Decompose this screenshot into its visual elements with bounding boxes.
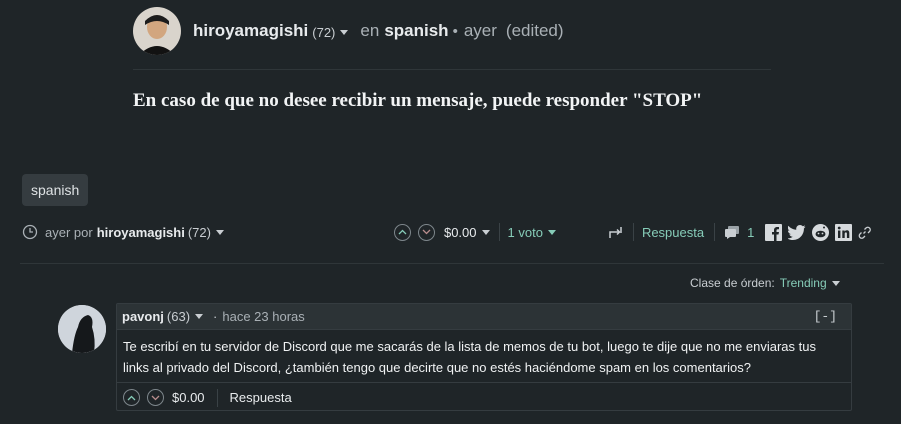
comment-author-reputation: (63) — [166, 309, 191, 324]
vote-separator — [498, 223, 500, 241]
facebook-icon[interactable] — [765, 223, 783, 241]
comment-actions-separator — [216, 388, 218, 407]
footer-divider — [20, 263, 884, 264]
downvote-icon[interactable] — [417, 223, 435, 241]
comments-icon[interactable] — [724, 225, 740, 239]
comment-bullet: · — [213, 309, 218, 324]
comment-body: Te escribí en tu servidor de Discord que… — [117, 330, 851, 380]
header-divider — [133, 69, 771, 70]
votes-count[interactable]: 1 voto — [508, 225, 543, 240]
comment-reply-link[interactable]: Respuesta — [230, 390, 292, 405]
post-community-link[interactable]: spanish — [384, 21, 448, 41]
post-bullet: • — [452, 22, 458, 40]
post-header: hiroyamagishi (72) en spanish • ayer (ed… — [133, 6, 564, 56]
comment-downvote-icon[interactable] — [147, 389, 164, 406]
comment-author-avatar[interactable] — [58, 305, 106, 353]
post-author-name[interactable]: hiroyamagishi — [193, 21, 308, 41]
upvote-icon[interactable] — [393, 223, 411, 241]
post-body: En caso de que no desee recibir un mensa… — [133, 90, 703, 111]
reply-link[interactable]: Respuesta — [642, 225, 704, 240]
footer-time-by: ayer por — [45, 224, 93, 240]
post-footer: ayer por hiroyamagishi (72) $0.00 1 voto… — [22, 220, 892, 244]
comment-time[interactable]: hace 23 horas — [222, 309, 304, 324]
clock-icon — [22, 224, 38, 240]
comment-sort: Clase de órden: Trending — [690, 276, 840, 290]
post-author-reputation: (72) — [312, 24, 336, 40]
author-avatar[interactable] — [133, 7, 181, 55]
author-menu-caret-icon[interactable] — [340, 29, 349, 35]
comment-author-name[interactable]: pavonj — [122, 309, 164, 324]
footer-author-name[interactable]: hiroyamagishi — [97, 225, 185, 240]
comment-payout[interactable]: $0.00 — [172, 390, 205, 405]
comment-actions: $0.00 Respuesta — [117, 382, 851, 412]
tag-spanish[interactable]: spanish — [22, 174, 89, 206]
payout-caret-icon[interactable] — [481, 229, 490, 235]
comments-separator — [714, 223, 716, 241]
vote-group: $0.00 1 voto — [393, 223, 556, 241]
reply-separator — [632, 223, 634, 241]
comment-body-line: links al privado del Discord, ¿también t… — [123, 360, 751, 375]
post-payout[interactable]: $0.00 — [444, 225, 477, 240]
sort-value[interactable]: Trending — [780, 276, 827, 290]
linkedin-icon[interactable] — [835, 223, 853, 241]
footer-author-caret-icon[interactable] — [215, 229, 224, 235]
footer-author-reputation: (72) — [187, 224, 211, 240]
resteem-icon[interactable] — [608, 226, 623, 239]
comment-box: pavonj (63) · hace 23 horas [-] Te escri… — [116, 303, 852, 411]
comment-collapse-toggle[interactable]: [-] — [814, 309, 837, 324]
permalink-icon[interactable] — [858, 226, 872, 239]
post-time[interactable]: ayer — [464, 21, 497, 41]
twitter-icon[interactable] — [788, 224, 806, 240]
comment-author-caret-icon[interactable] — [195, 314, 204, 319]
reddit-icon[interactable] — [812, 223, 830, 241]
comment-upvote-icon[interactable] — [123, 389, 140, 406]
post-edited-label: (edited) — [505, 21, 564, 40]
post-in-label: en — [360, 21, 380, 40]
votes-caret-icon[interactable] — [547, 229, 556, 235]
sort-caret-icon[interactable] — [831, 280, 840, 286]
comment-body-line: Te escribí en tu servidor de Discord que… — [123, 339, 816, 354]
comment-header: pavonj (63) · hace 23 horas [-] — [117, 304, 851, 330]
sort-label: Clase de órden: — [690, 276, 775, 290]
comments-count[interactable]: 1 — [747, 225, 754, 240]
